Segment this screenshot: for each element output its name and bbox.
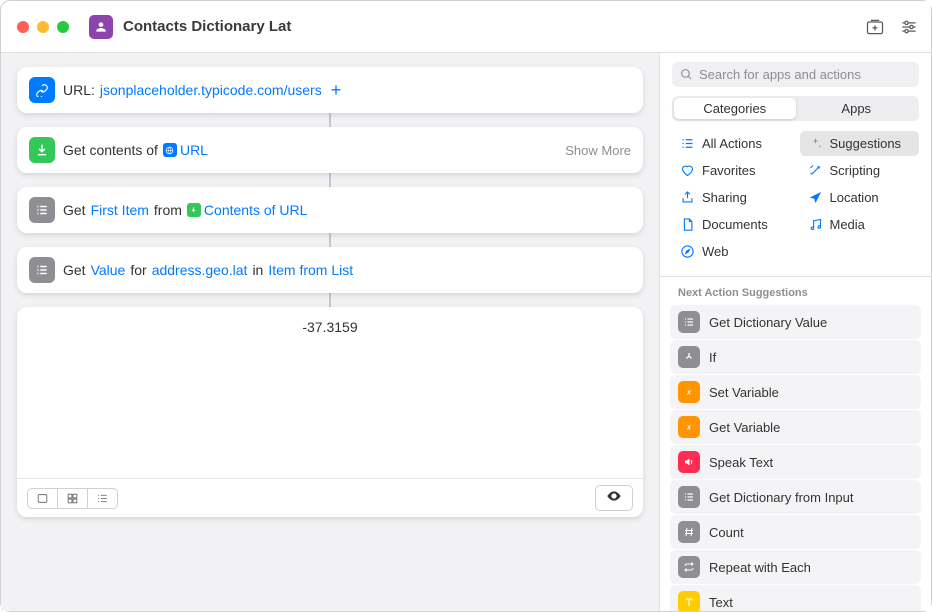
suggestion-get-dictionary-value[interactable]: Get Dictionary Value (670, 305, 921, 339)
contents-variable-token[interactable]: Contents of URL (187, 202, 308, 218)
url-value[interactable]: jsonplaceholder.typicode.com/users (100, 82, 322, 98)
list-icon (678, 486, 700, 508)
web-icon (163, 143, 177, 157)
category-scripting[interactable]: Scripting (800, 158, 920, 183)
link-icon (29, 77, 55, 103)
connector (329, 233, 331, 247)
suggestion-if[interactable]: If (670, 340, 921, 374)
connector (329, 113, 331, 127)
zoom-window-button[interactable] (57, 21, 69, 33)
tab-categories[interactable]: Categories (674, 98, 796, 119)
search-input[interactable]: Search for apps and actions (672, 62, 919, 87)
category-location[interactable]: Location (800, 185, 920, 210)
action-get-item[interactable]: Get First Item from Contents of URL (17, 187, 643, 233)
hash-icon (678, 521, 700, 543)
close-window-button[interactable] (17, 21, 29, 33)
list-icon (29, 197, 55, 223)
result-value: -37.3159 (17, 307, 643, 478)
category-web[interactable]: Web (672, 239, 792, 264)
tab-apps[interactable]: Apps (796, 98, 918, 119)
wand-icon (808, 163, 823, 178)
view-mode-segment (27, 488, 118, 509)
action-label: Get contents of (63, 142, 158, 158)
share-icon (680, 190, 695, 205)
suggestion-set-variable[interactable]: xSet Variable (670, 375, 921, 409)
category-documents[interactable]: Documents (672, 212, 792, 237)
settings-button[interactable] (899, 17, 919, 37)
action-get-value[interactable]: Get Value for address.geo.lat in Item fr… (17, 247, 643, 293)
view-grid-button[interactable] (57, 489, 87, 508)
doc-icon (680, 217, 695, 232)
list-icon (680, 136, 695, 151)
connector (329, 173, 331, 187)
library-toggle-button[interactable] (865, 17, 885, 37)
list-icon (678, 311, 700, 333)
action-get-contents[interactable]: Get contents of URL Show More (17, 127, 643, 173)
suggestions-header: Next Action Suggestions (660, 277, 931, 305)
category-media[interactable]: Media (800, 212, 920, 237)
category-sharing[interactable]: Sharing (672, 185, 792, 210)
workflow-canvas: URL: jsonplaceholder.typicode.com/users … (1, 53, 659, 611)
sparkle-icon (808, 136, 823, 151)
url-variable-token[interactable]: URL (163, 142, 208, 158)
library-sidebar: Search for apps and actions Categories A… (659, 53, 931, 611)
heart-icon (680, 163, 695, 178)
action-url[interactable]: URL: jsonplaceholder.typicode.com/users … (17, 67, 643, 113)
svg-text:x: x (686, 390, 692, 397)
speaker-icon (678, 451, 700, 473)
search-icon (680, 68, 693, 81)
list-icon (29, 257, 55, 283)
view-single-button[interactable] (28, 489, 57, 508)
keypath-token[interactable]: address.geo.lat (152, 262, 248, 278)
download-icon (187, 203, 201, 217)
quick-look-button[interactable] (595, 485, 633, 511)
branch-icon (678, 346, 700, 368)
var-icon: x (678, 416, 700, 438)
connector (329, 293, 331, 307)
category-all-actions[interactable]: All Actions (672, 131, 792, 156)
var-icon: x (678, 381, 700, 403)
suggestion-count[interactable]: Count (670, 515, 921, 549)
item-selector-token[interactable]: First Item (91, 202, 149, 218)
music-icon (808, 217, 823, 232)
view-list-button[interactable] (87, 489, 117, 508)
suggestion-repeat-with-each[interactable]: Repeat with Each (670, 550, 921, 584)
suggestion-get-dictionary-from-input[interactable]: Get Dictionary from Input (670, 480, 921, 514)
show-more-button[interactable]: Show More (565, 143, 631, 158)
window-controls (17, 21, 69, 33)
category-suggestions[interactable]: Suggestions (800, 131, 920, 156)
category-favorites[interactable]: Favorites (672, 158, 792, 183)
type-token[interactable]: Value (91, 262, 126, 278)
suggestion-get-variable[interactable]: xGet Variable (670, 410, 921, 444)
svg-text:x: x (686, 425, 692, 432)
source-variable-token[interactable]: Item from List (268, 262, 353, 278)
library-tabs: Categories Apps (672, 96, 919, 121)
action-label: URL: (63, 82, 95, 98)
text-icon (678, 591, 700, 611)
suggestion-text[interactable]: Text (670, 585, 921, 611)
repeat-icon (678, 556, 700, 578)
nav-icon (808, 190, 823, 205)
minimize-window-button[interactable] (37, 21, 49, 33)
result-panel: -37.3159 (17, 307, 643, 517)
add-url-button[interactable]: + (327, 80, 346, 101)
shortcut-app-icon (89, 15, 113, 39)
safari-icon (680, 244, 695, 259)
download-icon (29, 137, 55, 163)
suggestion-speak-text[interactable]: Speak Text (670, 445, 921, 479)
